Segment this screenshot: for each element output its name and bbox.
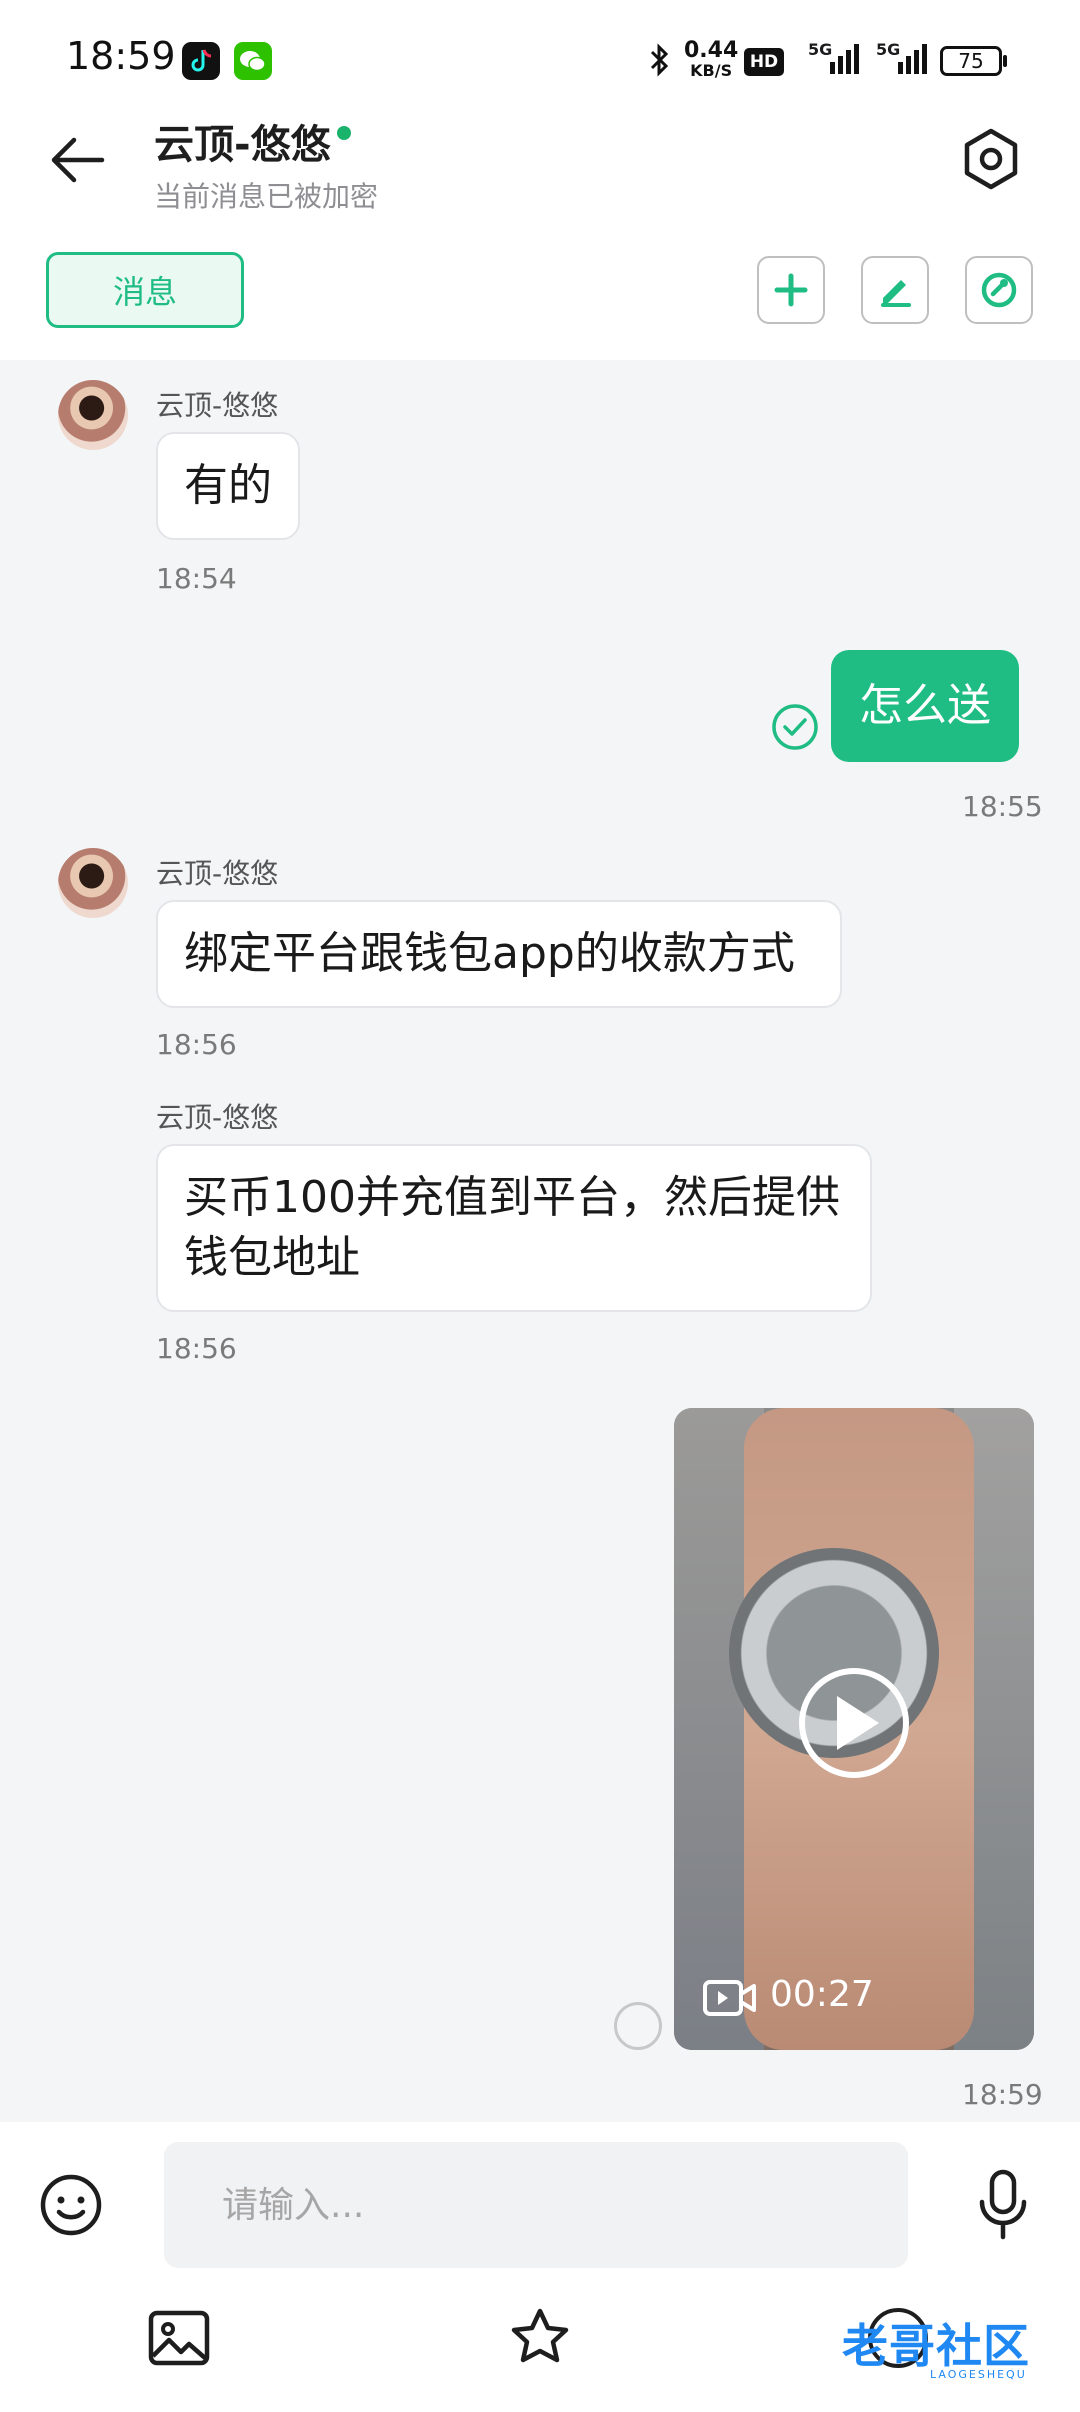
sending-status-icon [614, 2002, 662, 2050]
wechat-icon [234, 42, 272, 80]
encryption-notice: 当前消息已被加密 [154, 180, 379, 213]
bluetooth-icon [646, 42, 672, 83]
message-time: 18:59 [962, 2078, 1043, 2111]
video-camera-icon [702, 1978, 758, 2022]
message-bubble-in[interactable]: 绑定平台跟钱包app的收款方式 [156, 900, 842, 1008]
hd-icon: HD [744, 48, 784, 76]
emoji-icon [40, 2174, 102, 2236]
message-input[interactable] [164, 2142, 908, 2268]
read-check-icon [770, 702, 820, 752]
tab-messages[interactable]: 消息 [46, 252, 244, 328]
sender-name: 云顶-悠悠 [156, 1101, 279, 1134]
message-time: 18:56 [156, 1332, 237, 1365]
battery-icon: 75 [940, 46, 1002, 76]
target-icon [981, 272, 1017, 308]
avatar[interactable] [58, 380, 128, 450]
hexagon-settings-icon [964, 128, 1018, 190]
sender-name: 云顶-悠悠 [156, 389, 279, 422]
message-bubble-in[interactable]: 有的 [156, 432, 300, 540]
plus-icon [774, 273, 808, 307]
watermark-logo: 老哥社区 [842, 2319, 1030, 2373]
add-button[interactable] [757, 256, 825, 324]
favorite-button[interactable] [508, 2306, 572, 2370]
settings-button[interactable] [956, 124, 1026, 194]
image-icon [148, 2310, 210, 2366]
status-time: 18:59 [66, 34, 176, 78]
microphone-icon [979, 2169, 1027, 2240]
voice-button[interactable] [970, 2168, 1036, 2242]
message-time: 18:54 [156, 562, 237, 595]
online-status-dot [337, 126, 351, 140]
battery-tip [1003, 55, 1007, 67]
status-bar: 18:59 0.44 KB/S HD 5G 5G 75 [0, 0, 1080, 120]
message-time: 18:55 [962, 790, 1043, 823]
star-icon [511, 2308, 569, 2363]
sender-name: 云顶-悠悠 [156, 857, 279, 890]
pencil-icon [881, 280, 911, 307]
message-bubble-in[interactable]: 买币100并充值到平台，然后提供钱包地址 [156, 1144, 872, 1312]
avatar[interactable] [58, 848, 128, 918]
watermark-sub: LAOGESHEQU [930, 2368, 1027, 2381]
video-message[interactable]: 00:27 [674, 1408, 1034, 2050]
message-bubble-out[interactable]: 怎么送 [831, 650, 1019, 762]
tiktok-icon [182, 42, 220, 80]
arrow-left-icon [51, 137, 105, 183]
contact-name: 云顶-悠悠 [154, 122, 331, 168]
back-button[interactable] [44, 126, 112, 194]
message-time: 18:56 [156, 1028, 237, 1061]
image-button[interactable] [148, 2310, 210, 2366]
video-duration: 00:27 [770, 1974, 874, 2015]
net-speed: 0.44 KB/S [684, 38, 739, 80]
play-icon [837, 1696, 879, 1750]
emoji-button[interactable] [38, 2172, 104, 2238]
edit-button[interactable] [861, 256, 929, 324]
target-button[interactable] [965, 256, 1033, 324]
